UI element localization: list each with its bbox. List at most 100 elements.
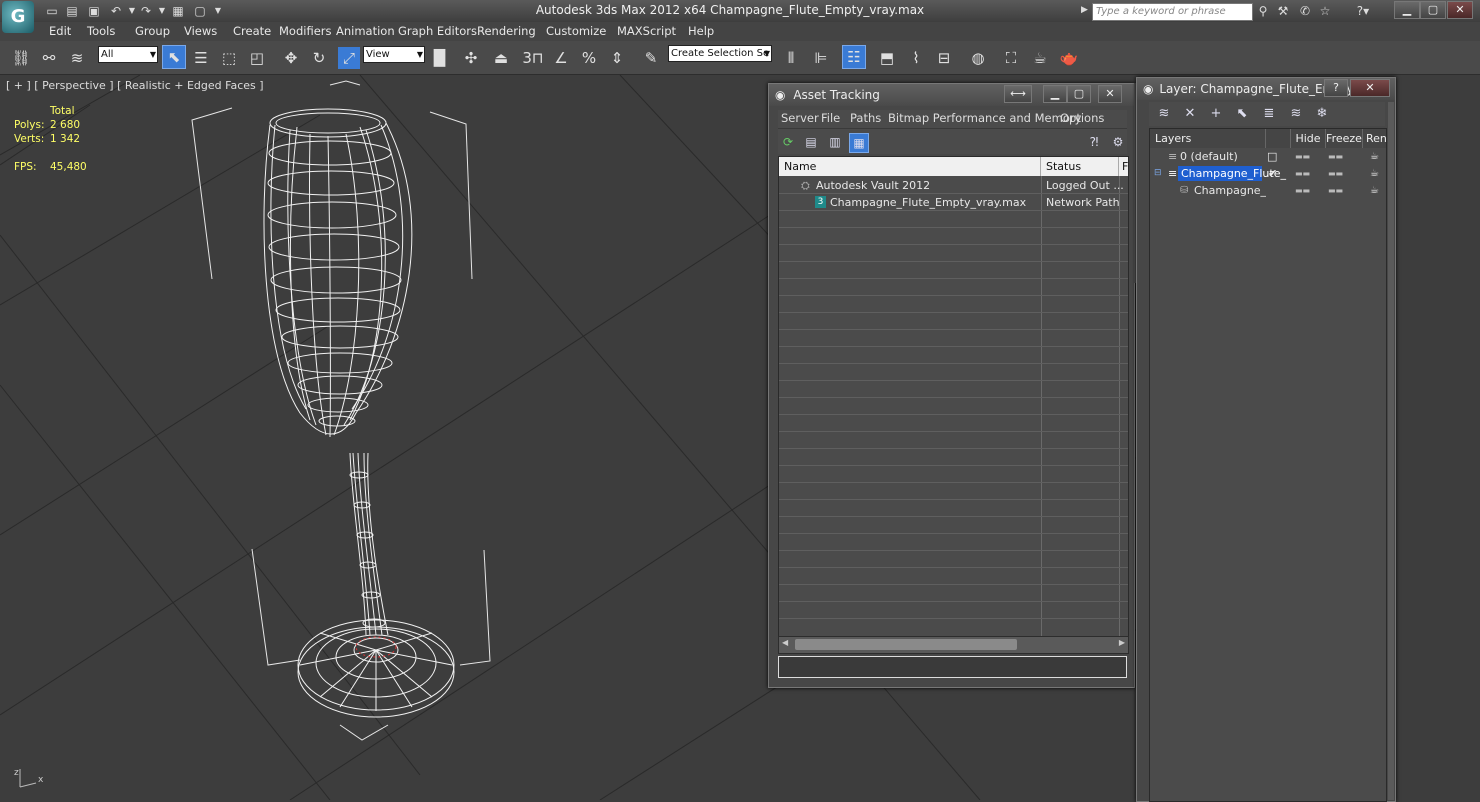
spinner-snap-icon[interactable]: ⇕ — [606, 47, 628, 69]
column-header-extra[interactable]: F — [1119, 157, 1128, 176]
menu-customize[interactable]: Customize — [546, 24, 606, 38]
rendered-frame-window-icon[interactable]: ☕ — [1029, 47, 1051, 69]
hold-icon[interactable]: ▦ — [170, 3, 186, 19]
resize-horizontal-icon[interactable]: ⟷ — [1004, 85, 1032, 103]
reference-coordinate-dropdown[interactable]: View ▼ — [363, 46, 425, 63]
collapse-icon[interactable]: ⊟ — [1154, 165, 1162, 182]
table-view-icon[interactable]: ▦ — [849, 133, 869, 153]
list-view-icon[interactable]: ▤ — [802, 133, 820, 151]
app-logo-button[interactable]: G — [2, 1, 34, 33]
select-and-move-icon[interactable]: ✥ — [280, 47, 302, 69]
tree-view-icon[interactable]: ▥ — [826, 133, 844, 151]
bind-space-warp-icon[interactable]: ≋ — [66, 47, 88, 69]
select-and-manipulate-icon[interactable]: ✣ — [460, 47, 482, 69]
render-teapot-icon[interactable]: ☕ — [1370, 182, 1379, 199]
scrollbar-thumb[interactable] — [795, 639, 1017, 650]
select-highlighted-icon[interactable]: ⬉ — [1232, 105, 1252, 123]
active-layer-checkmark-icon[interactable]: ✔ — [1268, 165, 1277, 182]
asset-horizontal-scrollbar[interactable]: ◀ ▶ — [778, 636, 1129, 654]
asset-close-button[interactable]: ✕ — [1098, 85, 1122, 103]
material-editor-icon[interactable]: ◍ — [967, 47, 989, 69]
menu-animation[interactable]: Animation — [336, 24, 395, 38]
help-icon[interactable]: ?▾ — [1350, 3, 1376, 19]
redo-dropdown-icon[interactable]: ▼ — [154, 3, 170, 19]
column-header-layers[interactable]: Layers — [1150, 129, 1266, 148]
asset-settings-icon[interactable]: ⚙ — [1109, 133, 1127, 151]
unlink-selection-icon[interactable]: ⚯ — [38, 47, 60, 69]
scroll-left-icon[interactable]: ◀ — [782, 638, 788, 647]
asset-minimize-button[interactable]: ▁ — [1043, 85, 1067, 103]
mirror-icon[interactable]: ⫴ — [780, 47, 802, 69]
minimize-button[interactable]: ▁ — [1394, 1, 1420, 19]
close-button[interactable]: ✕ — [1447, 1, 1473, 19]
delete-layer-icon[interactable]: ✕ — [1180, 105, 1200, 123]
layer-row[interactable]: ≡ 0 (default) □ ▬▬ ▬▬ ☕ — [1150, 148, 1386, 165]
menu-maxscript[interactable]: MAXScript — [617, 24, 676, 38]
project-folder-icon[interactable]: ▢ — [192, 3, 208, 19]
layer-close-button[interactable]: ✕ — [1350, 79, 1390, 97]
menu-graph-editors[interactable]: Graph Editors — [398, 24, 477, 38]
layer-row[interactable]: ⊟ ≡ Champagne_Flute_ ✔ ▬▬ ▬▬ ☕ — [1150, 165, 1386, 182]
select-and-scale-icon[interactable]: ⤢ — [338, 47, 360, 69]
search-input[interactable]: Type a keyword or phrase — [1092, 3, 1253, 21]
hide-toggle[interactable]: ▬▬ — [1295, 165, 1310, 182]
menu-create[interactable]: Create — [233, 24, 271, 38]
redo-icon[interactable]: ↷ — [138, 3, 154, 19]
open-file-icon[interactable]: ▤ — [64, 3, 80, 19]
freeze-toggle[interactable]: ▬▬ — [1328, 148, 1343, 165]
window-crossing-icon[interactable]: ◰ — [246, 47, 268, 69]
freeze-toggle[interactable]: ▬▬ — [1328, 165, 1343, 182]
menu-group[interactable]: Group — [135, 24, 170, 38]
graphite-modeling-icon[interactable]: ⬒ — [876, 47, 898, 69]
current-layer-checkbox[interactable]: □ — [1267, 148, 1277, 165]
select-and-rotate-icon[interactable]: ↻ — [308, 47, 330, 69]
binoculars-icon[interactable]: ⚲ — [1254, 3, 1272, 19]
column-header-name[interactable]: Name — [779, 157, 1041, 176]
layer-help-button[interactable]: ? — [1324, 79, 1348, 97]
column-header-hide[interactable]: Hide — [1291, 129, 1326, 148]
schematic-view-icon[interactable]: ⊟ — [933, 47, 955, 69]
favorites-star-icon[interactable]: ☆ — [1316, 3, 1334, 19]
hide-toggle[interactable]: ▬▬ — [1295, 182, 1310, 199]
infocenter-arrow-icon[interactable]: ▶ — [1081, 5, 1088, 15]
select-and-link-icon[interactable]: ⛓ — [10, 47, 32, 69]
column-header-render[interactable]: Rende — [1363, 129, 1386, 148]
column-header-status[interactable]: Status — [1041, 157, 1119, 176]
save-icon[interactable]: ▣ — [86, 3, 102, 19]
align-icon[interactable]: ⊫ — [810, 47, 832, 69]
maximize-button[interactable]: ▢ — [1420, 1, 1446, 19]
pivot-center-icon[interactable]: ▐▌ — [428, 47, 451, 69]
render-teapot-icon[interactable]: ☕ — [1370, 165, 1379, 182]
select-by-name-icon[interactable]: ☰ — [190, 47, 212, 69]
named-selection-dropdown[interactable]: Create Selection Se ▼ — [668, 45, 772, 62]
freeze-toggle[interactable]: ▬▬ — [1328, 182, 1343, 199]
asset-help-icon[interactable]: ⁈ — [1085, 133, 1103, 151]
asset-maximize-button[interactable]: ▢ — [1067, 85, 1091, 103]
snaps-toggle-icon[interactable]: 3⊓ — [522, 47, 544, 69]
create-layer-icon[interactable]: ≋ — [1154, 105, 1174, 123]
edit-named-selection-icon[interactable]: ✎ — [640, 47, 662, 69]
asset-menu-options[interactable]: Options — [1060, 111, 1104, 125]
subscription-icon[interactable]: ⚒ — [1274, 3, 1292, 19]
add-to-layer-icon[interactable]: + — [1206, 105, 1226, 123]
freeze-all-layers-icon[interactable]: ❄ — [1312, 105, 1332, 123]
render-setup-icon[interactable]: ⛶ — [1000, 47, 1022, 69]
asset-path-field[interactable] — [778, 656, 1127, 678]
hide-toggle[interactable]: ▬▬ — [1295, 148, 1310, 165]
rectangular-selection-icon[interactable]: ⬚ — [218, 47, 240, 69]
hide-all-layers-icon[interactable]: ≋ — [1286, 105, 1306, 123]
menu-tools[interactable]: Tools — [87, 24, 115, 38]
highlight-selected-icon[interactable]: ≣ — [1259, 105, 1279, 123]
curve-editor-icon[interactable]: ⌇ — [905, 47, 927, 69]
keyboard-shortcut-override-icon[interactable]: ⏏ — [490, 47, 512, 69]
menu-modifiers[interactable]: Modifiers — [279, 24, 332, 38]
render-production-icon[interactable]: 🫖 — [1058, 47, 1080, 69]
menu-views[interactable]: Views — [184, 24, 217, 38]
asset-menu-bitmap-performance[interactable]: Bitmap Performance and Memory — [888, 111, 1081, 125]
layer-object-row[interactable]: ⛁ Champagne_Flut ▬▬ ▬▬ ☕ — [1150, 182, 1386, 199]
viewport-label[interactable]: [ + ] [ Perspective ] [ Realistic + Edge… — [6, 79, 264, 92]
percent-snap-icon[interactable]: % — [578, 47, 600, 69]
menu-edit[interactable]: Edit — [49, 24, 71, 38]
asset-menu-server[interactable]: Server — [781, 111, 819, 125]
angle-snap-icon[interactable]: ∠ — [550, 47, 572, 69]
